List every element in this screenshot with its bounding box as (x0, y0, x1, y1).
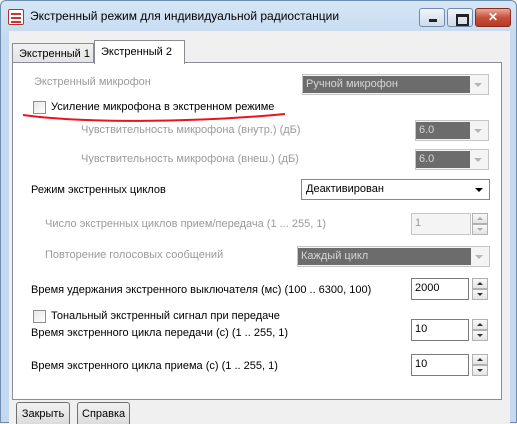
chevron-down-icon (470, 151, 487, 168)
cycle-count-input[interactable]: 1 (411, 213, 471, 235)
tone-signal-checkbox[interactable] (33, 310, 46, 323)
voice-repeat-value: Каждый цикл (298, 248, 471, 265)
spin-up-icon[interactable] (472, 278, 488, 289)
window-title: Экстренный режим для индивидуальной ради… (30, 9, 340, 23)
dialog-client: Экстренный 1 Экстренный 2 Экстренный мик… (9, 31, 510, 424)
app-icon (8, 9, 24, 25)
spin-up-icon[interactable] (472, 213, 488, 224)
cycle-mode-select[interactable]: Деактивирован (301, 179, 490, 200)
mic-gain-checkbox[interactable] (33, 101, 46, 114)
hold-time-input[interactable]: 2000 (411, 278, 469, 300)
spin-down-icon[interactable] (472, 330, 488, 341)
tab-emergency-1[interactable]: Экстренный 1 (12, 43, 94, 63)
sens-ext-label: Чувствительность микрофона (внеш.) (дБ) (81, 153, 299, 165)
hold-time-label: Время удержания экстренного выключателя … (31, 284, 372, 296)
close-window-button[interactable] (475, 8, 511, 27)
cycle-count-label: Число экстренных циклов прием/передача (… (45, 218, 327, 230)
sens-int-label: Чувствительность микрофона (внутр.) (дБ) (81, 124, 301, 136)
tx-cycle-input[interactable]: 10 (411, 319, 469, 341)
help-button[interactable]: Справка (77, 402, 130, 424)
voice-repeat-label: Повторение голосовых сообщений (45, 249, 224, 261)
rx-cycle-input[interactable]: 10 (411, 354, 469, 376)
mic-label: Экстренный микрофон (34, 76, 151, 88)
minimize-button[interactable] (419, 8, 445, 27)
chevron-down-icon (470, 122, 487, 139)
annotation-underline (22, 113, 286, 122)
tx-cycle-label: Время экстренного цикла передачи (с) (1 … (31, 327, 289, 339)
chevron-down-icon (470, 76, 487, 93)
rx-cycle-label: Время экстренного цикла приема (с) (1 ..… (31, 360, 278, 372)
maximize-button[interactable] (447, 8, 473, 27)
sens-ext-select[interactable]: 6.0 (415, 149, 489, 170)
mic-select-value: Ручной микрофон (303, 76, 470, 93)
tab-panel: Экстренный микрофон Ручной микрофон Усил… (12, 62, 502, 400)
cycle-mode-label: Режим экстренных циклов (31, 184, 166, 196)
dialog-window: Экстренный режим для индивидуальной ради… (0, 0, 517, 424)
sens-ext-value: 6.0 (416, 151, 470, 168)
chevron-down-icon (471, 181, 488, 198)
spin-down-icon[interactable] (472, 289, 488, 300)
chevron-down-icon (471, 248, 488, 265)
spin-down-icon[interactable] (472, 224, 488, 235)
tab-emergency-2[interactable]: Экстренный 2 (94, 40, 185, 64)
close-button[interactable]: Закрыть (16, 402, 70, 424)
tone-signal-label: Тональный экстренный сигнал при передаче (51, 310, 280, 322)
title-bar[interactable]: Экстренный режим для индивидуальной ради… (1, 1, 516, 31)
sens-int-select[interactable]: 6.0 (415, 120, 489, 141)
cycle-mode-value: Деактивирован (306, 183, 384, 195)
spin-down-icon[interactable] (472, 365, 488, 376)
spin-up-icon[interactable] (472, 354, 488, 365)
mic-gain-label: Усиление микрофона в экстренном режиме (51, 101, 275, 113)
sens-int-value: 6.0 (416, 122, 470, 139)
spin-up-icon[interactable] (472, 319, 488, 330)
voice-repeat-select[interactable]: Каждый цикл (297, 246, 490, 267)
mic-select[interactable]: Ручной микрофон (302, 74, 489, 95)
